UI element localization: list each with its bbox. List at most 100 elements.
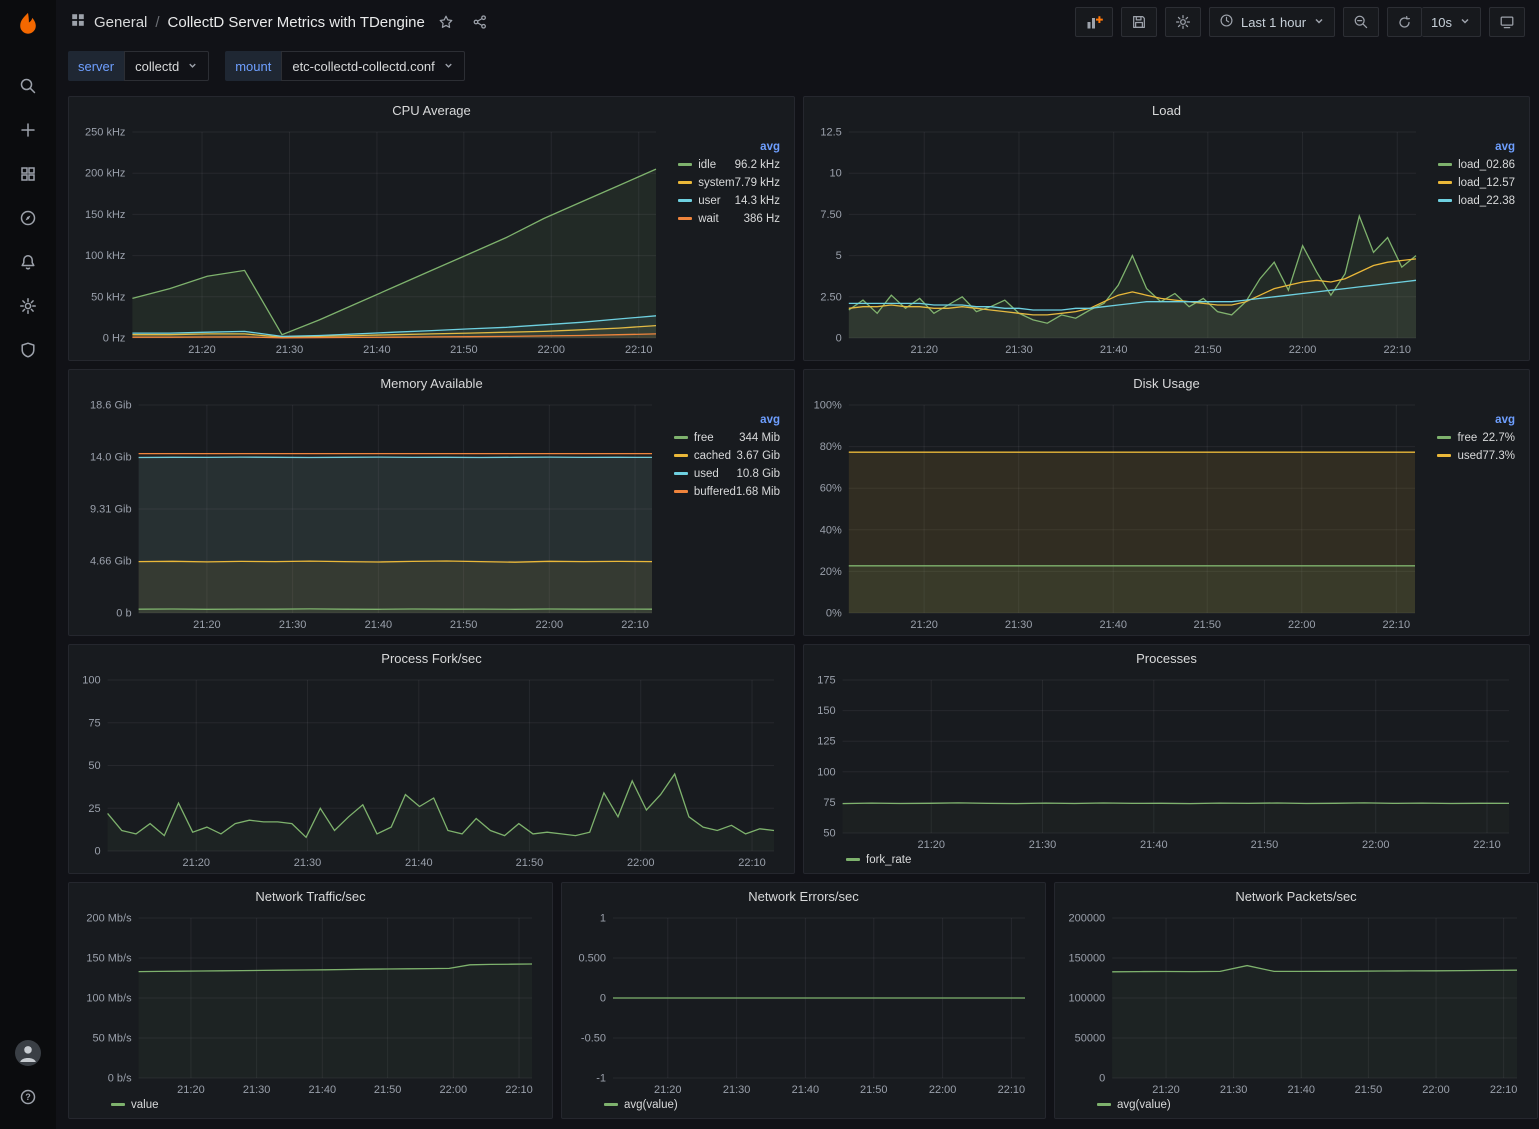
panel-title[interactable]: Process Fork/sec bbox=[69, 645, 794, 668]
svg-text:1: 1 bbox=[600, 913, 606, 925]
panel-network-packets-sec: Network Packets/sec 05000010000015000020… bbox=[1054, 882, 1538, 1119]
add-panel-button[interactable] bbox=[1075, 7, 1113, 37]
panel-process-fork-sec: Process Fork/sec 025507510021:2021:3021:… bbox=[68, 644, 795, 874]
legend-avg-header: avg bbox=[1493, 138, 1515, 156]
svg-text:22:10: 22:10 bbox=[621, 619, 649, 631]
panel-title[interactable]: Disk Usage bbox=[804, 370, 1529, 393]
svg-text:150 kHz: 150 kHz bbox=[85, 209, 125, 221]
legend-series-name[interactable]: used bbox=[674, 465, 736, 483]
svg-text:-0.50: -0.50 bbox=[581, 1033, 606, 1045]
legend-series-name[interactable]: wait bbox=[678, 210, 734, 228]
legend-series-name[interactable]: free bbox=[1437, 429, 1482, 447]
time-series-chart[interactable]: 0%20%40%60%80%100%21:2021:3021:4021:5022… bbox=[810, 393, 1427, 633]
star-icon[interactable] bbox=[433, 9, 459, 35]
time-series-chart[interactable]: 507510012515017521:2021:3021:4021:5022:0… bbox=[810, 668, 1521, 853]
variable-label: mount bbox=[225, 51, 281, 81]
svg-text:125: 125 bbox=[817, 736, 835, 748]
sidebar-item-alerting[interactable] bbox=[7, 243, 49, 281]
time-range-picker[interactable]: Last 1 hour bbox=[1209, 7, 1335, 37]
svg-text:200 Mb/s: 200 Mb/s bbox=[86, 913, 132, 925]
legend-series-name[interactable]: idle bbox=[678, 156, 734, 174]
legend-series-name[interactable]: buffered bbox=[674, 483, 736, 501]
svg-text:0.500: 0.500 bbox=[578, 953, 606, 965]
variable-value-dropdown[interactable]: etc-collectd-collectd.conf bbox=[281, 51, 464, 81]
time-series-chart[interactable]: 05000010000015000020000021:2021:3021:402… bbox=[1061, 906, 1529, 1098]
panel-title[interactable]: Network Errors/sec bbox=[562, 883, 1045, 906]
panel-title[interactable]: Processes bbox=[804, 645, 1529, 668]
time-series-chart[interactable]: -1-0.5000.500121:2021:3021:4021:5022:002… bbox=[568, 906, 1037, 1098]
svg-text:21:50: 21:50 bbox=[860, 1084, 888, 1096]
cycle-view-mode-button[interactable] bbox=[1489, 7, 1525, 37]
panel-title[interactable]: Network Traffic/sec bbox=[69, 883, 552, 906]
svg-text:40%: 40% bbox=[820, 524, 842, 536]
legend-series-name[interactable]: load_2 bbox=[1438, 192, 1493, 210]
breadcrumb-folder[interactable]: General bbox=[94, 14, 147, 31]
panel-title[interactable]: Memory Available bbox=[69, 370, 794, 393]
dashboard-actions: Last 1 hour 10s bbox=[1075, 7, 1525, 37]
svg-text:22:10: 22:10 bbox=[1473, 839, 1501, 851]
svg-text:2.50: 2.50 bbox=[820, 291, 841, 303]
svg-text:22:10: 22:10 bbox=[1490, 1084, 1518, 1096]
zoom-out-button[interactable] bbox=[1343, 7, 1379, 37]
legend-series-name[interactable]: value bbox=[111, 1099, 159, 1111]
share-icon[interactable] bbox=[467, 9, 493, 35]
svg-text:75: 75 bbox=[88, 717, 100, 729]
svg-text:21:30: 21:30 bbox=[1029, 839, 1057, 851]
legend-series-name[interactable]: cached bbox=[674, 447, 736, 465]
refresh-interval-picker[interactable]: 10s bbox=[1422, 7, 1481, 37]
legend-series-name[interactable]: free bbox=[674, 429, 736, 447]
refresh-button[interactable] bbox=[1387, 7, 1422, 37]
time-series-chart[interactable]: 025507510021:2021:3021:4021:5022:0022:10 bbox=[75, 668, 786, 871]
legend-series-name[interactable]: used bbox=[1437, 447, 1482, 465]
search-icon bbox=[19, 77, 37, 95]
shield-icon bbox=[19, 341, 37, 359]
legend-series-name[interactable]: avg(value) bbox=[604, 1099, 678, 1111]
sidebar-item-create[interactable] bbox=[7, 111, 49, 149]
legend-series-name[interactable]: load_1 bbox=[1438, 174, 1493, 192]
legend: avgload_02.86load_12.57load_22.38 bbox=[1428, 120, 1521, 358]
legend-series-value: 10.8 Gib bbox=[736, 465, 780, 483]
svg-text:21:20: 21:20 bbox=[910, 344, 938, 356]
legend-series-name[interactable]: user bbox=[678, 192, 734, 210]
variable-server[interactable]: server collectd bbox=[68, 51, 209, 81]
variable-value-dropdown[interactable]: collectd bbox=[124, 51, 209, 81]
sidebar-item-profile[interactable] bbox=[7, 1034, 49, 1072]
svg-text:14.0 Gib: 14.0 Gib bbox=[90, 452, 132, 464]
panel-title[interactable]: Network Packets/sec bbox=[1055, 883, 1537, 906]
svg-text:21:20: 21:20 bbox=[917, 839, 945, 851]
time-series-chart[interactable]: 0 b4.66 Gib9.31 Gib14.0 Gib18.6 Gib21:20… bbox=[75, 393, 664, 633]
svg-text:21:20: 21:20 bbox=[1152, 1084, 1180, 1096]
svg-text:50 Mb/s: 50 Mb/s bbox=[92, 1033, 132, 1045]
svg-text:22:00: 22:00 bbox=[1422, 1084, 1450, 1096]
svg-text:150: 150 bbox=[817, 705, 835, 717]
legend-series-value: 1.68 Mib bbox=[736, 483, 780, 501]
time-series-chart[interactable]: 0 b/s50 Mb/s100 Mb/s150 Mb/s200 Mb/s21:2… bbox=[75, 906, 544, 1098]
svg-text:0%: 0% bbox=[826, 608, 842, 620]
clock-icon bbox=[1219, 13, 1234, 31]
breadcrumb: General / CollectD Server Metrics with T… bbox=[70, 9, 493, 35]
sidebar-item-configuration[interactable] bbox=[7, 287, 49, 325]
compass-icon bbox=[19, 209, 37, 227]
time-series-chart[interactable]: 02.5057.501012.521:2021:3021:4021:5022:0… bbox=[810, 120, 1428, 358]
sidebar-item-server-admin[interactable] bbox=[7, 331, 49, 369]
dashboard-settings-button[interactable] bbox=[1165, 7, 1201, 37]
legend-series-name[interactable]: load_0 bbox=[1438, 156, 1493, 174]
dashboard-title[interactable]: CollectD Server Metrics with TDengine bbox=[168, 14, 425, 31]
legend-series-name[interactable]: avg(value) bbox=[1097, 1099, 1171, 1111]
sidebar-item-dashboards[interactable] bbox=[7, 155, 49, 193]
sidebar-item-help[interactable]: ? bbox=[7, 1078, 49, 1116]
legend-series-value: 7.79 kHz bbox=[735, 174, 780, 192]
grafana-logo-icon[interactable] bbox=[11, 8, 45, 42]
save-dashboard-button[interactable] bbox=[1121, 7, 1157, 37]
panel-title[interactable]: CPU Average bbox=[69, 97, 794, 120]
sidebar-item-search[interactable] bbox=[7, 67, 49, 105]
legend-series-name[interactable]: fork_rate bbox=[846, 854, 911, 866]
panel-title[interactable]: Load bbox=[804, 97, 1529, 120]
sidebar-item-explore[interactable] bbox=[7, 199, 49, 237]
svg-text:100 Mb/s: 100 Mb/s bbox=[86, 993, 132, 1005]
legend-avg-header: avg bbox=[735, 138, 780, 156]
time-series-chart[interactable]: 0 Hz50 kHz100 kHz150 kHz200 kHz250 kHz21… bbox=[75, 120, 668, 358]
legend-series-name[interactable]: system bbox=[678, 174, 734, 192]
chevron-down-icon bbox=[1313, 15, 1325, 30]
variable-mount[interactable]: mount etc-collectd-collectd.conf bbox=[225, 51, 464, 81]
